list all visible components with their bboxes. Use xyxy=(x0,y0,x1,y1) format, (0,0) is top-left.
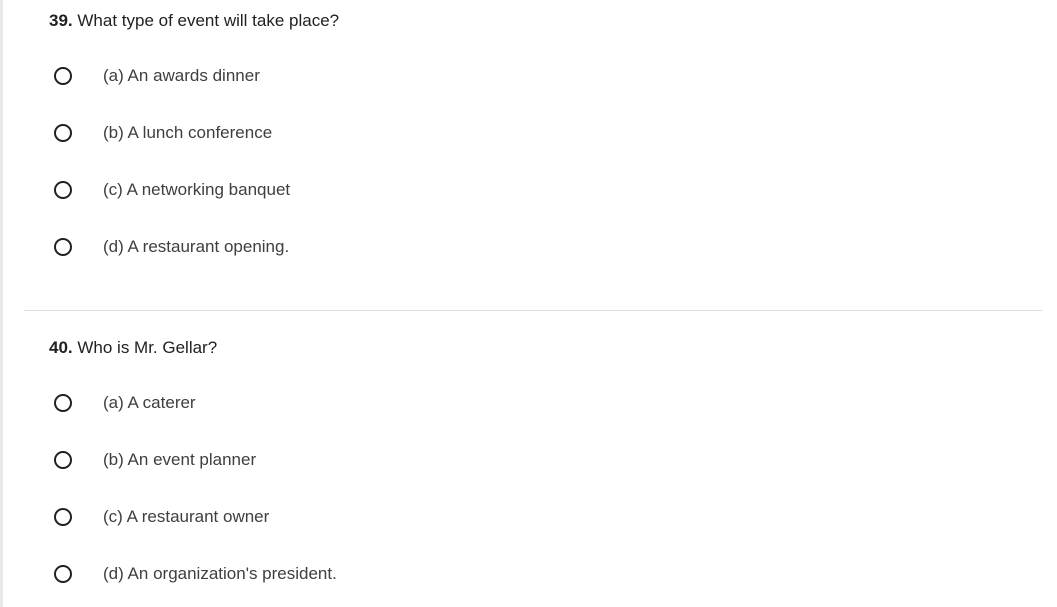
question-number: 39. xyxy=(49,11,73,30)
question-40: 40. Who is Mr. Gellar? (a) A caterer (b)… xyxy=(24,311,1042,607)
radio-button-icon[interactable] xyxy=(54,238,72,256)
radio-button-icon[interactable] xyxy=(54,451,72,469)
option-label: (a) An awards dinner xyxy=(103,66,260,85)
option-label: (b) A lunch conference xyxy=(103,123,273,142)
option-label: (d) An organization's president. xyxy=(103,564,337,583)
radio-button-icon[interactable] xyxy=(54,67,72,85)
quiz-page: 39. What type of event will take place? … xyxy=(0,0,1057,607)
option-39-c[interactable]: (c) A networking banquet xyxy=(54,175,290,205)
option-label: (c) A networking banquet xyxy=(103,180,291,199)
option-39-b[interactable]: (b) A lunch conference xyxy=(54,118,272,148)
question-title: 40. Who is Mr. Gellar? xyxy=(49,338,217,358)
option-39-d[interactable]: (d) A restaurant opening. xyxy=(54,232,289,262)
option-40-d[interactable]: (d) An organization's president. xyxy=(54,559,337,589)
option-39-a[interactable]: (a) An awards dinner xyxy=(54,61,260,91)
left-border xyxy=(0,0,3,607)
radio-button-icon[interactable] xyxy=(54,181,72,199)
question-text: What type of event will take place? xyxy=(72,11,340,30)
option-label: (b) An event planner xyxy=(103,450,257,469)
option-40-b[interactable]: (b) An event planner xyxy=(54,445,256,475)
question-number: 40. xyxy=(49,338,73,357)
option-label: (a) A caterer xyxy=(103,393,196,412)
question-39: 39. What type of event will take place? … xyxy=(24,0,1042,311)
option-40-a[interactable]: (a) A caterer xyxy=(54,388,196,418)
option-40-c[interactable]: (c) A restaurant owner xyxy=(54,502,269,532)
radio-button-icon[interactable] xyxy=(54,124,72,142)
option-label: (c) A restaurant owner xyxy=(103,507,270,526)
radio-button-icon[interactable] xyxy=(54,394,72,412)
radio-button-icon[interactable] xyxy=(54,508,72,526)
question-text: Who is Mr. Gellar? xyxy=(72,338,218,357)
option-label: (d) A restaurant opening. xyxy=(103,237,290,256)
radio-button-icon[interactable] xyxy=(54,565,72,583)
question-title: 39. What type of event will take place? xyxy=(49,11,339,31)
